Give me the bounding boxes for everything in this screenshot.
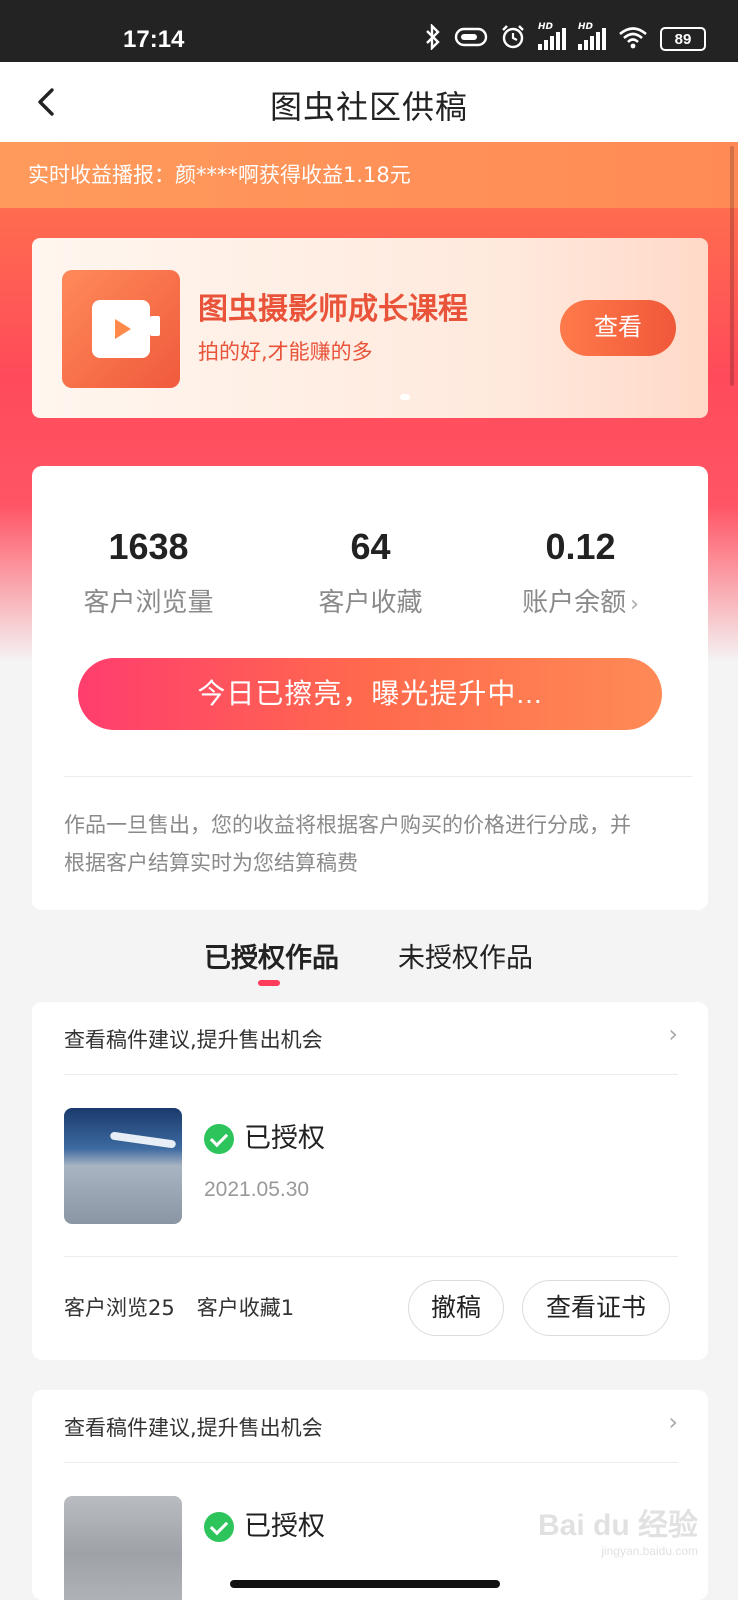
stat-value: 64: [350, 526, 391, 567]
signal-icon-1: HD: [538, 22, 566, 50]
work-metrics: 客户浏览25 客户收藏1: [64, 1292, 294, 1322]
divider: [64, 1462, 678, 1463]
banner-title: 图虫摄影师成长课程: [198, 292, 468, 327]
alarm-icon: [500, 24, 526, 55]
chevron-right-icon: ›: [668, 1408, 678, 1436]
stat-value: 1638: [108, 526, 189, 567]
stat-value: 0.12: [545, 526, 616, 567]
bluetooth-icon: [424, 22, 442, 55]
tab-unauthorized[interactable]: 未授权作品: [398, 936, 533, 975]
view-course-button[interactable]: 查看: [560, 300, 676, 356]
stat-label: 客户浏览量: [83, 588, 214, 618]
divider: [64, 1074, 678, 1075]
page-title: 图虫社区供稿: [269, 88, 468, 126]
divider: [64, 1256, 678, 1257]
withdraw-button[interactable]: 撤稿: [408, 1280, 504, 1336]
carousel-indicator: [400, 394, 410, 400]
wifi-icon: [618, 25, 648, 54]
tab-underline: [258, 980, 280, 986]
work-thumbnail[interactable]: [64, 1108, 182, 1224]
signal-icon-2: HD: [578, 22, 606, 50]
boost-exposure-button[interactable]: 今日已擦亮，曝光提升中...: [78, 658, 662, 730]
suggestion-link[interactable]: 查看稿件建议,提升售出机会: [64, 1412, 323, 1442]
watermark-logo: Bai du 经验 jingyan.baidu.com: [537, 1509, 698, 1558]
work-favorites: 客户收藏1: [196, 1296, 295, 1320]
stat-label: 账户余额: [522, 588, 627, 618]
check-circle-icon: [204, 1512, 234, 1542]
video-course-icon: [62, 270, 180, 388]
tab-authorized[interactable]: 已授权作品: [204, 936, 339, 975]
works-tabs: 已授权作品 未授权作品: [0, 936, 738, 996]
status-icons: HD HD 89: [424, 22, 706, 55]
banner-subtitle: 拍的好,才能赚的多: [198, 340, 373, 364]
check-circle-icon: [204, 1124, 234, 1154]
chevron-right-icon: ›: [630, 592, 639, 617]
divider: [64, 776, 692, 777]
stat-views: 1638 客户浏览量: [36, 526, 261, 619]
play-icon: [92, 300, 150, 358]
chevron-right-icon: ›: [668, 1020, 678, 1048]
revenue-note: 作品一旦售出，您的收益将根据客户购买的价格进行分成，并根据客户结算实时为您结算稿…: [64, 813, 631, 875]
stat-label: 客户收藏: [318, 588, 423, 618]
authorized-status: 已授权: [244, 1511, 325, 1542]
stat-favorites: 64 客户收藏: [258, 526, 483, 619]
stat-balance[interactable]: 0.12 账户余额 ›: [468, 526, 693, 619]
suggestion-link[interactable]: 查看稿件建议,提升售出机会: [64, 1024, 323, 1054]
course-banner[interactable]: 图虫摄影师成长课程 拍的好,才能赚的多 查看: [32, 238, 708, 418]
authorized-status: 已授权: [244, 1123, 325, 1154]
status-time: 17:14: [123, 26, 185, 53]
status-bar: 17:14 HD HD 89: [0, 0, 738, 62]
work-card: 查看稿件建议,提升售出机会 › 已授权 2021.05.30 客户浏览25 客户收…: [32, 1002, 708, 1360]
work-card: 查看稿件建议,提升售出机会 › 已授权: [32, 1390, 708, 1600]
toggle-icon: [454, 26, 488, 53]
nav-bar: 图虫社区供稿: [0, 62, 738, 142]
work-date: 2021.05.30: [204, 1178, 310, 1201]
stats-card: 1638 客户浏览量 64 客户收藏 0.12 账户余额 › 今日已擦亮，曝光提升…: [32, 466, 708, 910]
home-indicator[interactable]: [230, 1580, 500, 1588]
work-thumbnail[interactable]: [64, 1496, 182, 1600]
scroll-indicator: [730, 146, 734, 386]
view-certificate-button[interactable]: 查看证书: [522, 1280, 670, 1336]
earnings-ticker: 实时收益播报：颜****啊获得收益1.18元: [0, 142, 738, 208]
battery-icon: 89: [660, 27, 706, 51]
work-views: 客户浏览25: [64, 1296, 175, 1320]
